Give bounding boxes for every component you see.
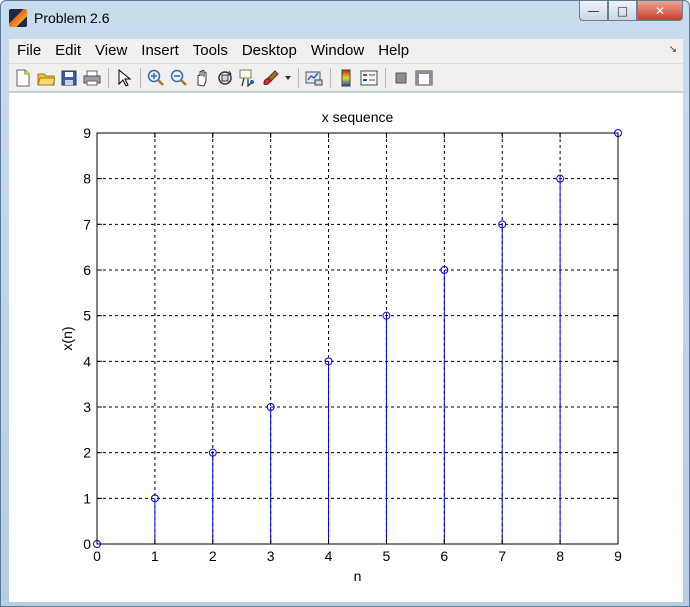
x-tick-label: 4	[325, 548, 333, 564]
minimize-button[interactable]: —	[579, 1, 608, 21]
menu-insert[interactable]: Insert	[134, 39, 186, 63]
zoom-out-icon[interactable]	[169, 68, 189, 88]
x-tick-label: 8	[556, 548, 564, 564]
show-plot-tools-icon[interactable]	[414, 68, 434, 88]
menu-file[interactable]: File	[9, 39, 48, 63]
menu-dock-arrow-icon[interactable]: ↘	[669, 44, 677, 55]
open-file-icon[interactable]	[36, 68, 56, 88]
x-tick-label: 0	[93, 548, 101, 564]
y-tick-label: 9	[83, 125, 91, 141]
close-button[interactable]: ✕	[637, 1, 683, 21]
toolbar-separator	[140, 67, 141, 88]
x-tick-label: 3	[267, 548, 275, 564]
toolbar-separator	[330, 67, 331, 88]
save-icon[interactable]	[59, 68, 79, 88]
figure-window: Problem 2.6 — □ ✕ File Edit View Insert …	[0, 0, 690, 607]
data-cursor-icon[interactable]	[238, 68, 258, 88]
y-tick-label: 5	[83, 308, 91, 324]
new-figure-icon[interactable]	[13, 68, 33, 88]
y-tick-label: 4	[83, 353, 91, 369]
rotate-3d-icon[interactable]	[215, 68, 235, 88]
brush-icon[interactable]	[261, 68, 281, 88]
print-icon[interactable]	[82, 68, 102, 88]
window-controls: — □ ✕	[579, 1, 683, 21]
title-bar[interactable]: Problem 2.6 — □ ✕	[1, 1, 689, 35]
y-tick-label: 6	[83, 262, 91, 278]
figure-toolbar	[9, 64, 683, 92]
menu-edit[interactable]: Edit	[48, 39, 88, 63]
x-tick-label: 6	[440, 548, 448, 564]
toolbar-separator	[298, 67, 299, 88]
colorbar-icon[interactable]	[336, 68, 356, 88]
link-plot-icon[interactable]	[304, 68, 324, 88]
y-tick-label: 3	[83, 399, 91, 415]
x-tick-label: 2	[209, 548, 217, 564]
stem-plot: 0 1 2 3 4 5 6 7 8 9 0 1 2 3 4 5 6 7 8 9 x sequence n x(n)	[59, 109, 622, 584]
x-tick-label: 7	[498, 548, 506, 564]
x-axis-label: n	[354, 568, 362, 584]
y-tick-label: 7	[83, 216, 91, 232]
y-axis-label: x(n)	[59, 326, 75, 350]
x-tick-label: 1	[151, 548, 159, 564]
toolbar-separator	[385, 67, 386, 88]
matlab-logo-icon	[9, 9, 27, 27]
chart-title: x sequence	[322, 109, 394, 125]
menu-window[interactable]: Window	[304, 39, 371, 63]
pointer-icon[interactable]	[114, 68, 134, 88]
menu-bar: File Edit View Insert Tools Desktop Wind…	[9, 39, 683, 64]
figure-canvas[interactable]: 0 1 2 3 4 5 6 7 8 9 0 1 2 3 4 5 6 7 8 9 x sequence n x(n)	[9, 93, 683, 602]
x-tick-label: 9	[614, 548, 622, 564]
zoom-in-icon[interactable]	[146, 68, 166, 88]
pan-icon[interactable]	[192, 68, 212, 88]
y-tick-label: 8	[83, 171, 91, 187]
y-tick-label: 0	[83, 536, 91, 552]
menu-tools[interactable]: Tools	[186, 39, 235, 63]
menu-view[interactable]: View	[88, 39, 134, 63]
legend-icon[interactable]	[359, 68, 379, 88]
menu-desktop[interactable]: Desktop	[235, 39, 304, 63]
hide-plot-tools-icon[interactable]	[391, 68, 411, 88]
window-title: Problem 2.6	[34, 10, 110, 26]
y-tick-label: 2	[83, 445, 91, 461]
axes-background	[97, 133, 618, 544]
maximize-button[interactable]: □	[608, 1, 637, 21]
x-tick-label: 5	[383, 548, 391, 564]
toolbar-separator	[108, 67, 109, 88]
menu-help[interactable]: Help	[371, 39, 416, 63]
y-tick-label: 1	[83, 490, 91, 506]
dropdown-arrow-icon[interactable]	[284, 68, 292, 88]
